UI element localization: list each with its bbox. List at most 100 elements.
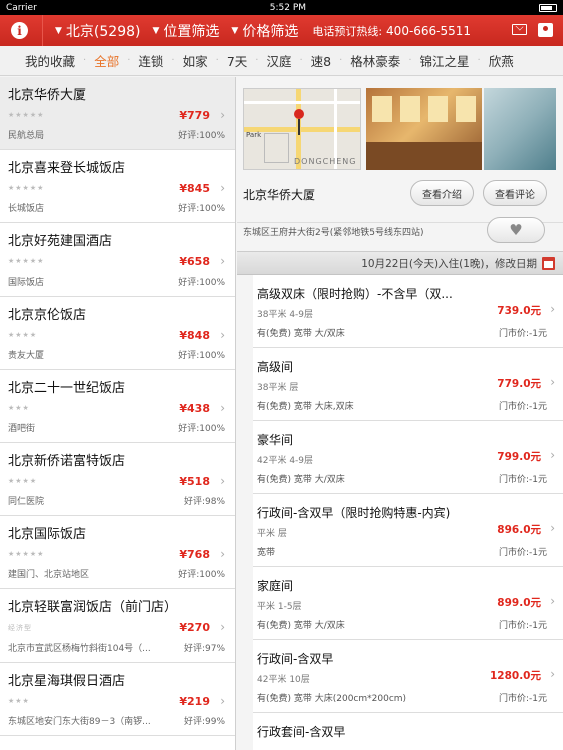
price-filter-dropdown[interactable]: ▼ 价格筛选: [231, 21, 298, 41]
hotel-address: 东城区王府井大街2号(紧邻地铁5号线东四站): [243, 228, 424, 238]
hotel-list-item[interactable]: 北京京伦饭店 ★★★★ ¥848 › 贵友大厦 好评:100%: [0, 297, 235, 370]
hotel-header: 北京华侨大厦 查看介绍 查看评论: [237, 173, 563, 223]
hotel-price: ¥848: [179, 328, 210, 342]
room-market-price: 门市价:-1元: [498, 694, 547, 704]
hotel-rating: 好评:100%: [178, 423, 225, 434]
hotel-name: 北京好苑建国酒店: [8, 234, 113, 250]
hotel-area: 民航总局: [8, 131, 45, 142]
hotel-list-item[interactable]: 北京喜来登长城饭店 ★★★★★ ¥845 › 长城饭店 好评:100%: [0, 150, 235, 224]
hotel-list-item[interactable]: 北京国际饭店 ★★★★★ ¥768 › 建国门、北京站地区 好评:100%: [0, 516, 235, 590]
hotel-name: 北京喜来登长城饭店: [8, 161, 126, 177]
battery-icon: [538, 3, 557, 12]
mail-icon[interactable]: [512, 24, 527, 35]
checkin-date-text: 10月22日(今天)入住(1晚)，修改日期: [361, 257, 537, 270]
hotel-price: ¥518: [179, 474, 210, 488]
room-list-item[interactable]: 行政间-含双早 42平米 10层 有(免费) 宽带 大床(200cm*200cm) 1…: [253, 640, 563, 713]
address-row: 东城区王府井大街2号(紧邻地铁5号线东四站) ♥: [237, 217, 563, 251]
hotel-list-item[interactable]: 北京轻联富润饭店（前门店） 经济型 ¥270 › 北京市宣武区杨梅竹斜街104号（...…: [0, 589, 235, 663]
room-list-item[interactable]: 高级间 38平米 层有(免费) 宽带 大床,双床 779.0元 › 门市价:-1元: [253, 348, 563, 421]
chevron-right-icon: ›: [550, 375, 555, 389]
city-dropdown[interactable]: ▼ 北京(5298): [55, 21, 140, 41]
room-name: 家庭间: [257, 579, 294, 593]
room-name: 豪华间: [257, 433, 294, 447]
hotel-list-item[interactable]: 北京好苑建国酒店 ★★★★★ ¥658 › 国际饭店 好评:100%: [0, 223, 235, 297]
chevron-right-icon: ›: [550, 521, 555, 535]
location-filter-label: 位置筛选: [163, 23, 220, 40]
hotel-list-item[interactable]: 北京新侨诺富特饭店 ★★★★ ¥518 › 同仁医院 好评:98%: [0, 443, 235, 517]
hotel-price: ¥438: [179, 401, 210, 415]
brand-tab-bar: 我的收藏 · 全部 · 连锁 · 如家 · 7天 · 汉庭 · 速8 · 格林豪泰 · 锦江之星 · 欣燕: [0, 46, 563, 76]
tab-8[interactable]: 锦江之星: [412, 51, 478, 70]
info-icon[interactable]: i: [11, 22, 28, 39]
hotel-price: ¥779: [179, 109, 210, 122]
room-list-item[interactable]: 行政套间-含双早: [253, 713, 563, 750]
tab-0[interactable]: 我的收藏: [0, 51, 83, 70]
hotel-name: 北京新侨诺富特饭店: [8, 453, 126, 469]
room-name: 高级双床（限时抢购）-不含早（双...: [257, 287, 453, 301]
tab-6[interactable]: 速8: [303, 51, 339, 70]
room-price: 899.0元: [497, 597, 541, 609]
hotel-price: ¥768: [179, 548, 210, 562]
photo-strip: Park DONGCHENG: [237, 77, 563, 173]
map-thumbnail[interactable]: Park DONGCHENG: [243, 88, 361, 170]
room-name: 高级间: [257, 360, 294, 374]
room-list-item[interactable]: 家庭间 平米 1-5层 有(免费) 宽带 大/双床 899.0元 › 门市价:-1元: [253, 567, 563, 640]
heart-icon: ♥: [509, 221, 523, 239]
room-name: 行政套间-含双早: [257, 725, 346, 739]
location-filter-dropdown[interactable]: ▼ 位置筛选: [152, 21, 219, 41]
tab-3[interactable]: 如家: [175, 51, 216, 70]
chevron-right-icon: ›: [550, 302, 555, 316]
hotel-rating: 好评:100%: [178, 350, 225, 361]
map-label-park: Park: [246, 131, 262, 139]
hotel-list-item[interactable]: 北京二十一世纪饭店 ★★★ ¥438 › 酒吧街 好评:100%: [0, 370, 235, 443]
hotel-list-item[interactable]: 北京华侨大厦 ★★★★★ ¥779 › 民航总局 好评:100%: [0, 77, 235, 151]
hotel-list-item[interactable]: 北京星海琪假日酒店 ★★★ ¥219 › 东城区地安门东大街89－3（南锣... 好评:9…: [0, 663, 235, 736]
tab-5[interactable]: 汉庭: [258, 51, 299, 70]
hotel-area: 建国门、北京站地区: [8, 570, 90, 581]
hotline-number: 400-666-5511: [386, 23, 472, 38]
price-filter-label: 价格筛选: [242, 23, 299, 40]
hotel-rating: 好评:100%: [178, 570, 225, 581]
favorite-heart-button[interactable]: ♥: [487, 217, 545, 243]
hotel-price: ¥845: [179, 182, 210, 196]
hotel-area: 北京市宣武区杨梅竹斜街104号（...: [8, 643, 151, 654]
hotline[interactable]: 电话预订热线: 400-666-5511: [312, 23, 471, 39]
map-pin-icon[interactable]: [538, 23, 553, 37]
hotel-photo-pool[interactable]: [484, 88, 556, 170]
triangle-down-icon: ▼: [55, 25, 62, 36]
hotel-list: 北京华侨大厦 ★★★★★ ¥779 › 民航总局 好评:100% 北京喜来登长城饭店 ★★★★…: [0, 77, 236, 750]
chevron-right-icon: ›: [220, 108, 225, 122]
room-list-item[interactable]: 行政间-含双早（限时抢购特惠-内宾) 平米 层宽带 896.0元 › 门市价:-1元: [253, 494, 563, 567]
hotel-price: ¥658: [179, 255, 210, 269]
tab-9[interactable]: 欣燕: [481, 51, 522, 70]
tab-2[interactable]: 连锁: [130, 51, 171, 70]
view-intro-button[interactable]: 查看介绍: [410, 180, 474, 206]
hotel-price: ¥270: [179, 621, 210, 635]
room-name: 行政间-含双早（限时抢购特惠-内宾): [257, 506, 451, 520]
hotel-area: 贵友大厦: [8, 350, 45, 361]
room-list-item[interactable]: 高级双床（限时抢购）-不含早（双... 38平米 4-9层 有(免费) 宽带 大/双…: [253, 275, 563, 348]
date-bar[interactable]: 10月22日(今天)入住(1晚)，修改日期: [237, 251, 563, 275]
room-list: 高级双床（限时抢购）-不含早（双... 38平米 4-9层 有(免费) 宽带 大/双…: [253, 275, 563, 750]
calendar-icon[interactable]: [542, 256, 555, 270]
hotel-name: 北京国际饭店: [8, 527, 87, 543]
room-list-item[interactable]: 豪华间 42平米 4-9层 有(免费) 宽带 大/双床 799.0元 › 门市价:-1元: [253, 421, 563, 494]
tab-4[interactable]: 7天: [219, 51, 255, 70]
hotel-rating: 好评:100%: [178, 204, 225, 215]
hotline-label: 电话预订热线:: [312, 24, 383, 38]
chevron-right-icon: ›: [550, 448, 555, 462]
chevron-right-icon: ›: [220, 400, 225, 415]
hotel-name: 北京华侨大厦: [8, 88, 87, 103]
hotel-rating: 好评:100%: [178, 131, 225, 142]
hotel-photo-gym[interactable]: [366, 88, 482, 170]
room-price: 739.0元: [497, 305, 541, 317]
hotel-price: ¥219: [179, 694, 210, 708]
tab-7[interactable]: 格林豪泰: [342, 51, 408, 70]
view-reviews-button[interactable]: 查看评论: [483, 180, 547, 206]
top-nav-bar: i ▼ 北京(5298) ▼ 位置筛选 ▼ 价格筛选 电话预订热线: 400-66…: [0, 15, 563, 46]
room-market-price: 门市价:-1元: [498, 329, 547, 339]
room-price: 896.0元: [497, 524, 541, 536]
hotel-name: 北京京伦饭店: [8, 307, 87, 323]
hotel-rating: 好评:98%: [183, 497, 225, 508]
tab-1[interactable]: 全部: [86, 51, 127, 70]
